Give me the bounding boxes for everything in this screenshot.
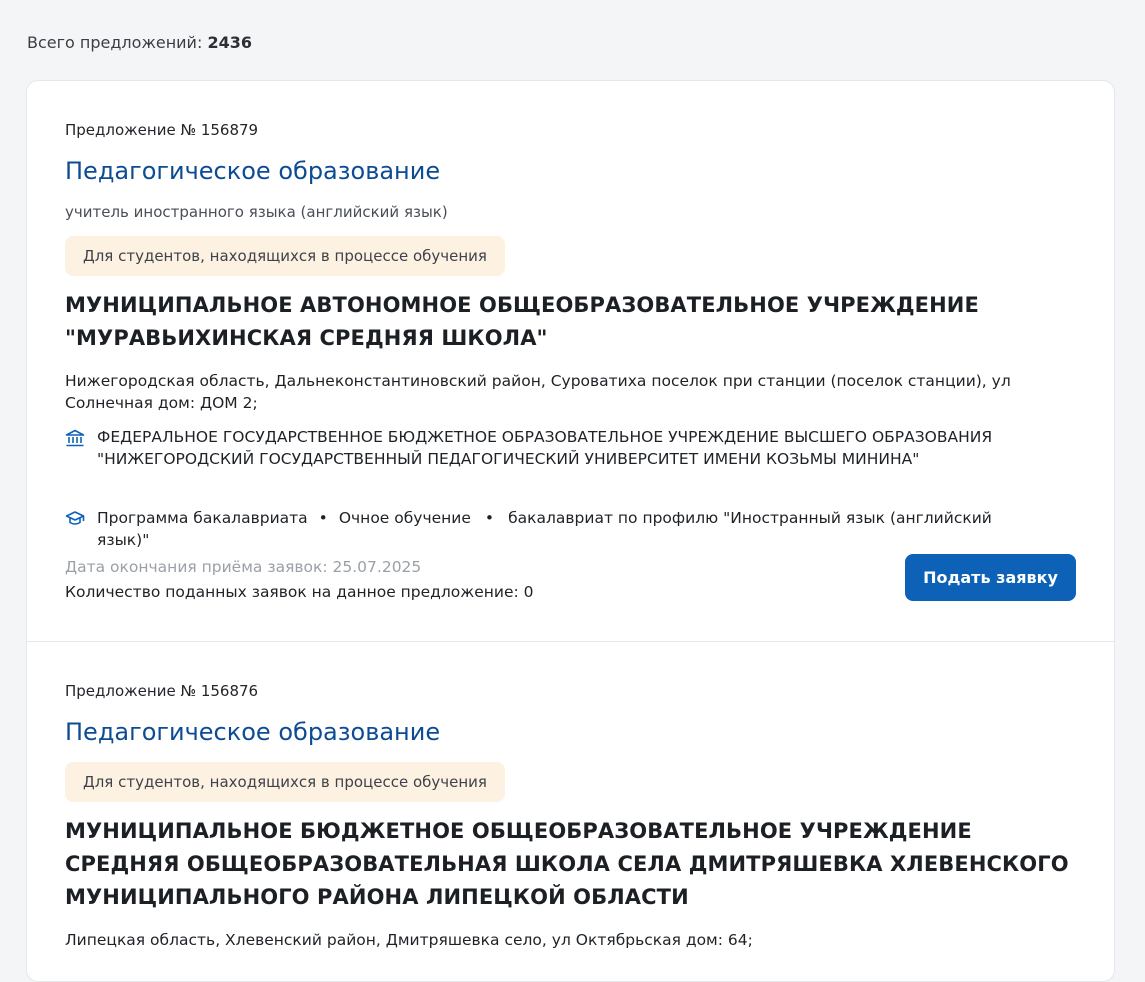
program-form: Очное обучение (338, 509, 471, 527)
separator: • (484, 509, 495, 527)
offer-title[interactable]: Педагогическое образование (65, 717, 440, 747)
organization-name: МУНИЦИПАЛЬНОЕ АВТОНОМНОЕ ОБЩЕОБРАЗОВАТЕЛ… (65, 293, 979, 350)
organization-address: Липецкая область, Хлевенский район, Дмит… (65, 931, 753, 949)
offer-number: Предложение № 156879 (65, 121, 259, 139)
offer-card: Предложение № 156876 Педагогическое обра… (27, 641, 1114, 981)
graduation-cap-icon (65, 507, 97, 528)
status-badge: Для студентов, находящихся в процессе об… (65, 236, 505, 276)
offer-title[interactable]: Педагогическое образование (65, 156, 440, 186)
apply-button[interactable]: Подать заявку (905, 554, 1076, 601)
application-deadline: Дата окончания приёма заявок: 25.07.2025 (65, 558, 422, 576)
status-badge: Для студентов, находящихся в процессе об… (65, 762, 505, 802)
university-name: ФЕДЕРАЛЬНОЕ ГОСУДАРСТВЕННОЕ БЮДЖЕТНОЕ ОБ… (97, 428, 993, 468)
university-building-icon (65, 426, 97, 447)
total-offers-count: 2436 (207, 33, 252, 52)
offer-number: Предложение № 156876 (65, 682, 259, 700)
total-offers: Всего предложений: 2436 (27, 33, 252, 52)
program-level: Программа бакалавриата (97, 509, 308, 527)
organization-name: МУНИЦИПАЛЬНОЕ БЮДЖЕТНОЕ ОБЩЕОБРАЗОВАТЕЛЬ… (65, 819, 1069, 909)
offer-card: Предложение № 156879 Педагогическое обра… (27, 81, 1114, 641)
separator: • (318, 509, 328, 527)
organization-address: Нижегородская область, Дальнеконстантино… (65, 372, 1011, 412)
university-row: ФЕДЕРАЛЬНОЕ ГОСУДАРСТВЕННОЕ БЮДЖЕТНОЕ ОБ… (65, 426, 1065, 470)
applications-count: Количество поданных заявок на данное пре… (65, 583, 534, 601)
total-offers-label: Всего предложений: (27, 33, 203, 52)
offer-subtitle: учитель иностранного языка (английский я… (65, 203, 448, 221)
offers-list: Предложение № 156879 Педагогическое обра… (26, 80, 1115, 982)
program-row: Программа бакалавриата • Очное обучение • ба… (65, 507, 1065, 551)
